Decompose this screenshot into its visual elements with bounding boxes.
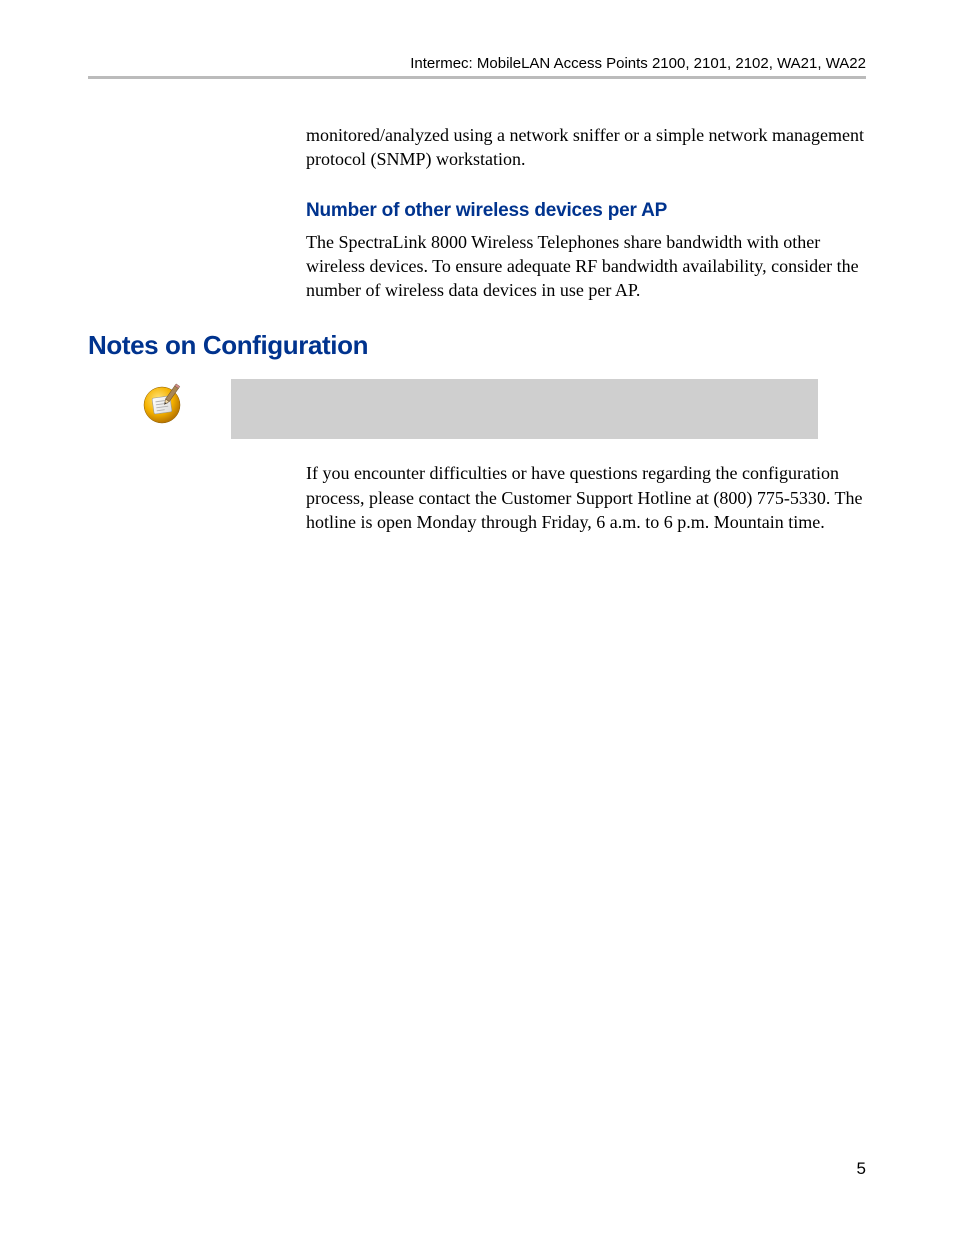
intro-paragraph: monitored/analyzed using a network sniff… (306, 123, 866, 172)
page-number: 5 (857, 1159, 866, 1179)
body-column: If you encounter difficulties or have qu… (306, 461, 866, 534)
note-grey-bar (231, 379, 818, 439)
section-heading-notes-on-configuration: Notes on Configuration (88, 330, 866, 361)
subsection-heading: Number of other wireless devices per AP (306, 200, 866, 222)
note-icon-cell (88, 379, 231, 425)
header-rule (88, 76, 866, 79)
notepad-pencil-icon (142, 383, 231, 425)
section-paragraph: If you encounter difficulties or have qu… (306, 461, 866, 534)
running-head: Intermec: MobileLAN Access Points 2100, … (88, 55, 866, 72)
page: Intermec: MobileLAN Access Points 2100, … (0, 0, 954, 1235)
note-callout-row (88, 379, 866, 439)
body-column: monitored/analyzed using a network sniff… (306, 123, 866, 302)
subsection-paragraph: The SpectraLink 8000 Wireless Telephones… (306, 230, 866, 303)
